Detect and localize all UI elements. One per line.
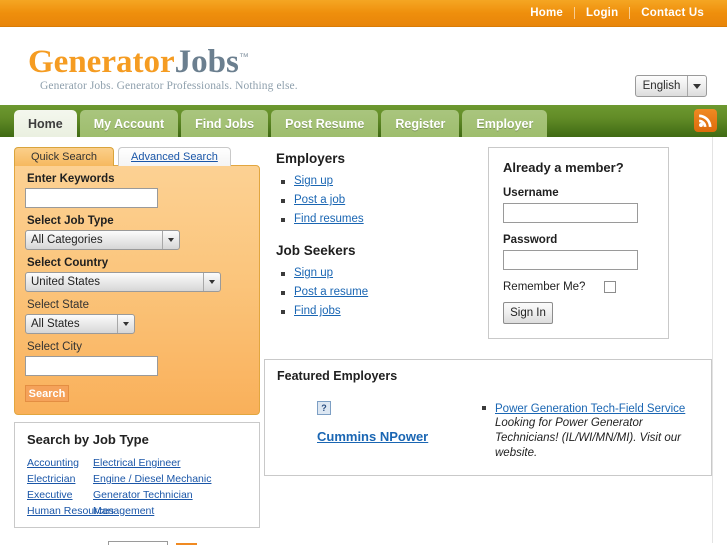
list-item: Find jobs (281, 305, 472, 317)
nav-tab-home[interactable]: Home (14, 110, 77, 137)
job-seekers-heading: Job Seekers (276, 243, 356, 258)
featured-employer-name-link[interactable]: Cummins NPower (317, 429, 428, 444)
topbar-link-home[interactable]: Home (519, 7, 574, 19)
city-input[interactable] (25, 356, 158, 376)
job-seekers-link-post-a-resume[interactable]: Post a resume (294, 286, 368, 298)
username-field[interactable] (503, 203, 638, 223)
header: GeneratorJobs™ Generator Jobs. Generator… (0, 27, 727, 105)
list-item: Power Generation Tech-Field Service Look… (482, 401, 699, 461)
broken-image-icon: ? (317, 401, 331, 415)
job-type-select[interactable]: All Categories (25, 230, 180, 250)
language-selector-value: English (642, 80, 681, 92)
keywords-input[interactable] (25, 188, 158, 208)
topbar-link-contact-us[interactable]: Contact Us (630, 7, 715, 19)
content-right-rule (712, 137, 713, 543)
language-selector[interactable]: English (635, 75, 707, 97)
job-type-link-electrician[interactable]: Electrician (27, 473, 93, 485)
page-content: Quick Search Advanced Search Enter Keywo… (0, 137, 727, 545)
nav-tab-register[interactable]: Register (381, 110, 460, 137)
password-label: Password (503, 234, 558, 246)
quick-search-panel: Enter Keywords Select Job Type All Categ… (14, 165, 260, 415)
country-label: Select Country (27, 257, 109, 269)
job-type-label: Select Job Type (27, 215, 114, 227)
nav-tab-find-jobs[interactable]: Find Jobs (181, 110, 269, 137)
remember-me-checkbox[interactable] (604, 281, 617, 293)
job-type-link-electrical-engineer[interactable]: Electrical Engineer (93, 457, 247, 469)
chevron-down-icon (203, 273, 220, 291)
job-type-link-human-resources[interactable]: Human Resources (27, 505, 114, 517)
featured-job-description: Looking for Power Generator Technicians!… (495, 417, 681, 459)
search-button[interactable]: Search (25, 385, 69, 402)
sign-in-button[interactable]: Sign In (503, 302, 553, 324)
featured-employer-card: ? Cummins NPower (277, 401, 477, 461)
remember-me-label: Remember Me? (503, 281, 586, 293)
job-id-input[interactable] (108, 541, 169, 545)
chevron-down-icon (117, 315, 134, 333)
username-label: Username (503, 187, 559, 199)
chevron-down-icon (687, 76, 706, 96)
state-value: All States (31, 318, 80, 330)
country-value: United States (31, 276, 101, 288)
list-item: Post a resume (281, 286, 472, 298)
featured-employers-title: Featured Employers (277, 369, 398, 383)
remember-me-row: Remember Me? (503, 281, 654, 293)
job-type-value: All Categories (31, 234, 103, 246)
tab-quick-search[interactable]: Quick Search (14, 147, 114, 166)
featured-employers-row: ? Cummins NPower Power Generation Tech-F… (277, 401, 699, 461)
employers-heading: Employers (276, 151, 346, 166)
keywords-label: Enter Keywords (27, 173, 115, 185)
employers-link-sign-up[interactable]: Sign up (294, 175, 333, 187)
main-navigation: Home My Account Find Jobs Post Resume Re… (0, 105, 727, 137)
job-seekers-link-list: Sign up Post a resume Find jobs (281, 267, 472, 317)
tab-advanced-search[interactable]: Advanced Search (118, 147, 231, 166)
featured-job-title-link[interactable]: Power Generation Tech-Field Service (495, 403, 685, 415)
right-column: Already a member? Username Password Reme… (488, 147, 669, 545)
search-tabstrip: Quick Search Advanced Search (14, 147, 260, 166)
list-item: Sign up (281, 267, 472, 279)
chevron-down-icon (162, 231, 179, 249)
city-label: Select City (27, 341, 82, 353)
job-type-link-generator-technician[interactable]: Generator Technician (93, 489, 247, 501)
employers-link-list: Sign up Post a job Find resumes (281, 175, 472, 225)
job-type-link-engine-diesel-mechanic[interactable]: Engine / Diesel Mechanic (93, 473, 247, 485)
search-by-job-id-row: Search by Job ID Go (14, 541, 260, 545)
left-sidebar: Quick Search Advanced Search Enter Keywo… (14, 147, 260, 545)
list-item: Find resumes (281, 213, 472, 225)
list-item: Sign up (281, 175, 472, 187)
job-type-link-grid: Accounting Electrical Engineer Electrici… (27, 457, 247, 517)
job-type-link-executive[interactable]: Executive (27, 489, 93, 501)
search-by-job-type-title: Search by Job Type (27, 432, 149, 447)
login-panel: Already a member? Username Password Reme… (488, 147, 669, 339)
password-field[interactable] (503, 250, 638, 270)
topbar-link-login[interactable]: Login (575, 7, 629, 19)
login-panel-title: Already a member? (503, 160, 624, 175)
job-type-link-accounting[interactable]: Accounting (27, 457, 93, 469)
nav-tab-post-resume[interactable]: Post Resume (271, 110, 379, 137)
state-select[interactable]: All States (25, 314, 135, 334)
employers-link-post-a-job[interactable]: Post a job (294, 194, 345, 206)
job-seekers-link-find-jobs[interactable]: Find jobs (294, 305, 341, 317)
nav-tab-my-account[interactable]: My Account (79, 110, 179, 137)
featured-employers-panel: Featured Employers ? Cummins NPower Powe… (264, 359, 712, 476)
list-item: Post a job (281, 194, 472, 206)
logo-text-jobs: Jobs (174, 44, 239, 80)
employers-link-find-resumes[interactable]: Find resumes (294, 213, 364, 225)
country-select[interactable]: United States (25, 272, 221, 292)
job-type-link-management[interactable]: Management (93, 505, 247, 517)
logo-text-generator: Generator (28, 44, 175, 80)
nav-tab-employer[interactable]: Employer (462, 110, 548, 137)
site-logo[interactable]: GeneratorJobs™ (28, 41, 727, 79)
middle-column: Employers Sign up Post a job Find resume… (260, 147, 472, 545)
utility-bar: Home Login Contact Us (0, 0, 727, 27)
site-tagline: Generator Jobs. Generator Professionals.… (40, 80, 298, 92)
job-seekers-link-sign-up[interactable]: Sign up (294, 267, 333, 279)
rss-icon[interactable] (694, 109, 717, 132)
state-label: Select State (27, 299, 90, 311)
trademark-symbol: ™ (238, 52, 249, 63)
search-by-job-type-panel: Search by Job Type Accounting Electrical… (14, 422, 260, 528)
featured-jobs-list: Power Generation Tech-Field Service Look… (477, 401, 699, 461)
